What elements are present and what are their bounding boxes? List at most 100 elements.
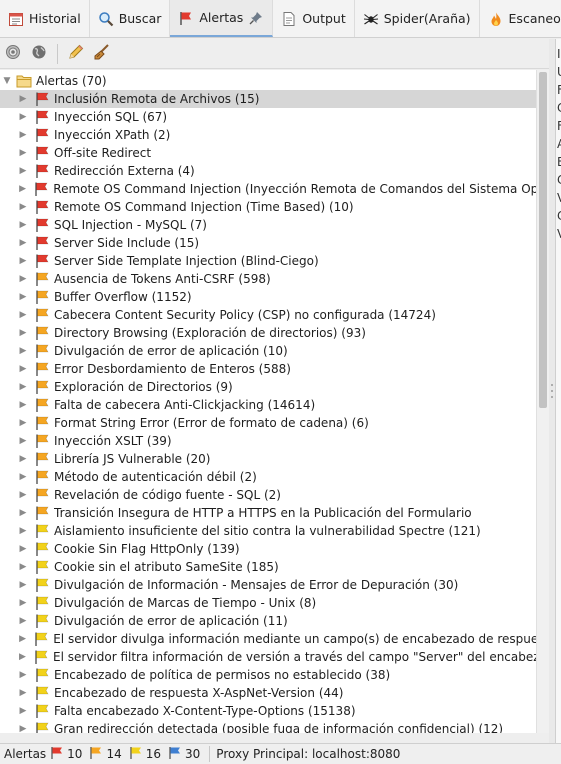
alert-tree-item[interactable]: ▶ Server Side Template Injection (Blind-C…: [0, 252, 536, 270]
alert-tree-item[interactable]: ▶ Error Desbordamiento de Enteros (588): [0, 360, 536, 378]
detail-field-label: F: [557, 83, 561, 97]
collapse-arrow-icon[interactable]: ▼: [2, 72, 12, 90]
clean-alerts-button[interactable]: [91, 43, 113, 65]
expand-arrow-icon[interactable]: ▶: [18, 684, 28, 702]
expand-arrow-icon[interactable]: ▶: [18, 288, 28, 306]
expand-arrow-icon[interactable]: ▶: [18, 450, 28, 468]
expand-arrow-icon[interactable]: ▶: [18, 648, 27, 666]
alert-tree-item[interactable]: ▶ Off-site Redirect: [0, 144, 536, 162]
tree-root[interactable]: ▼ Alertas (70): [0, 72, 536, 90]
broom-icon: [93, 43, 111, 64]
expand-arrow-icon[interactable]: ▶: [18, 396, 28, 414]
alert-label: Inclusión Remota de Archivos (15): [54, 92, 260, 106]
expand-arrow-icon[interactable]: ▶: [18, 468, 28, 486]
expand-arrow-icon[interactable]: ▶: [18, 90, 28, 108]
tab-alertas[interactable]: Alertas: [170, 0, 274, 37]
alerts-tree[interactable]: ▼ Alertas (70) ▶ Inclusión Remota de Arch…: [0, 70, 536, 733]
alert-tree-item[interactable]: ▶ Falta encabezado X-Content-Type-Options…: [0, 702, 536, 720]
alert-tree-item[interactable]: ▶ Divulgación de Información - Mensajes d…: [0, 576, 536, 594]
expand-arrow-icon[interactable]: ▶: [18, 306, 28, 324]
alert-tree-item[interactable]: ▶ Divulgación de error de aplicación (11): [0, 612, 536, 630]
alert-tree-item[interactable]: ▶ Revelación de código fuente - SQL (2): [0, 486, 536, 504]
flag-low-icon: [33, 631, 49, 647]
edit-alert-button[interactable]: [65, 43, 87, 65]
expand-arrow-icon[interactable]: ▶: [18, 720, 28, 733]
alert-tree-item[interactable]: ▶ Buffer Overflow (1152): [0, 288, 536, 306]
alert-tree-item[interactable]: ▶ Encabezado de respuesta X-AspNet-Versio…: [0, 684, 536, 702]
expand-arrow-icon[interactable]: ▶: [18, 504, 28, 522]
alert-tree-item[interactable]: ▶ Directory Browsing (Exploración de dire…: [0, 324, 536, 342]
alert-tree-item[interactable]: ▶ El servidor filtra información de versi…: [0, 648, 536, 666]
expand-arrow-icon[interactable]: ▶: [18, 234, 28, 252]
alert-tree-item[interactable]: ▶ Cookie sin el atributo SameSite (185): [0, 558, 536, 576]
expand-arrow-icon[interactable]: ▶: [18, 666, 28, 684]
alert-tree-item[interactable]: ▶ Método de autenticación débil (2): [0, 468, 536, 486]
alert-tree-item[interactable]: ▶ Inyección XPath (2): [0, 126, 536, 144]
expand-arrow-icon[interactable]: ▶: [18, 486, 28, 504]
expand-arrow-icon[interactable]: ▶: [18, 360, 28, 378]
globe-button[interactable]: [28, 43, 50, 65]
alert-tree-item[interactable]: ▶ Remote OS Command Injection (Inyección …: [0, 180, 536, 198]
tree-scrollbar[interactable]: [536, 70, 549, 733]
alert-tree-item[interactable]: ▶ Transición Insegura de HTTP a HTTPS en …: [0, 504, 536, 522]
alert-tree-item[interactable]: ▶ Inyección XSLT (39): [0, 432, 536, 450]
scrollbar-thumb[interactable]: [539, 72, 547, 408]
alert-tree-item[interactable]: ▶ Format String Error (Error de formato d…: [0, 414, 536, 432]
expand-arrow-icon[interactable]: ▶: [18, 432, 28, 450]
expand-arrow-icon[interactable]: ▶: [18, 522, 28, 540]
alert-tree-item[interactable]: ▶ Inclusión Remota de Archivos (15): [0, 90, 536, 108]
alert-tree-item[interactable]: ▶ Ausencia de Tokens Anti-CSRF (598): [0, 270, 536, 288]
alert-tree-item[interactable]: ▶ Divulgación de Marcas de Tiempo - Unix …: [0, 594, 536, 612]
expand-arrow-icon[interactable]: ▶: [18, 144, 28, 162]
alert-tree-item[interactable]: ▶ Encabezado de política de permisos no e…: [0, 666, 536, 684]
pin-icon[interactable]: [248, 10, 264, 26]
alert-tree-item[interactable]: ▶ El servidor divulga información mediant…: [0, 630, 536, 648]
tab-buscar[interactable]: Buscar: [90, 0, 171, 37]
status-alerts-label: Alertas: [4, 747, 47, 761]
target-button[interactable]: [2, 43, 24, 65]
alert-label: El servidor filtra información de versió…: [53, 650, 536, 664]
alert-tree-item[interactable]: ▶ SQL Injection - MySQL (7): [0, 216, 536, 234]
alert-tree-item[interactable]: ▶ Aislamiento insuficiente del sitio cont…: [0, 522, 536, 540]
expand-arrow-icon[interactable]: ▶: [18, 162, 28, 180]
alert-tree-item[interactable]: ▶ Inyección SQL (67): [0, 108, 536, 126]
alert-tree-item[interactable]: ▶ Redirección Externa (4): [0, 162, 536, 180]
alert-tree-item[interactable]: ▶ Cabecera Content Security Policy (CSP) …: [0, 306, 536, 324]
alert-tree-item[interactable]: ▶ Falta de cabecera Anti-Clickjacking (14…: [0, 396, 536, 414]
expand-arrow-icon[interactable]: ▶: [18, 180, 27, 198]
alert-tree-item[interactable]: ▶ Librería JS Vulnerable (20): [0, 450, 536, 468]
expand-arrow-icon[interactable]: ▶: [18, 270, 28, 288]
alert-tree-item[interactable]: ▶ Gran redirección detectada (posible fug…: [0, 720, 536, 733]
tab-label: Alertas: [199, 10, 244, 25]
expand-arrow-icon[interactable]: ▶: [18, 594, 28, 612]
expand-arrow-icon[interactable]: ▶: [18, 108, 28, 126]
expand-arrow-icon[interactable]: ▶: [18, 126, 28, 144]
expand-arrow-icon[interactable]: ▶: [18, 252, 28, 270]
tab-spider[interactable]: Spider(Araña): [355, 0, 480, 37]
expand-arrow-icon[interactable]: ▶: [18, 612, 28, 630]
expand-arrow-icon[interactable]: ▶: [18, 576, 28, 594]
expand-arrow-icon[interactable]: ▶: [18, 630, 27, 648]
alert-tree-item[interactable]: ▶ Divulgación de error de aplicación (10): [0, 342, 536, 360]
alert-tree-item[interactable]: ▶ Exploración de Directorios (9): [0, 378, 536, 396]
expand-arrow-icon[interactable]: ▶: [18, 324, 28, 342]
expand-arrow-icon[interactable]: ▶: [18, 198, 28, 216]
alert-tree-item[interactable]: ▶ Cookie Sin Flag HttpOnly (139): [0, 540, 536, 558]
expand-arrow-icon[interactable]: ▶: [18, 342, 28, 360]
alert-tree-item[interactable]: ▶ Server Side Include (15): [0, 234, 536, 252]
flag-low-icon: [34, 541, 50, 557]
tab-escaneo[interactable]: Escaneo A: [480, 0, 561, 37]
search-icon: [98, 11, 114, 27]
expand-arrow-icon[interactable]: ▶: [18, 558, 28, 576]
expand-arrow-icon[interactable]: ▶: [18, 540, 28, 558]
tab-output[interactable]: Output: [273, 0, 355, 37]
expand-arrow-icon[interactable]: ▶: [18, 702, 28, 720]
expand-arrow-icon[interactable]: ▶: [18, 378, 28, 396]
expand-arrow-icon[interactable]: ▶: [18, 216, 28, 234]
alert-label: Falta de cabecera Anti-Clickjacking (146…: [54, 398, 316, 412]
alert-label: Buffer Overflow (1152): [54, 290, 192, 304]
expand-arrow-icon[interactable]: ▶: [18, 414, 28, 432]
flag-low-icon: [34, 559, 50, 575]
alert-tree-item[interactable]: ▶ Remote OS Command Injection (Time Based…: [0, 198, 536, 216]
tab-historial[interactable]: Historial: [0, 0, 90, 37]
